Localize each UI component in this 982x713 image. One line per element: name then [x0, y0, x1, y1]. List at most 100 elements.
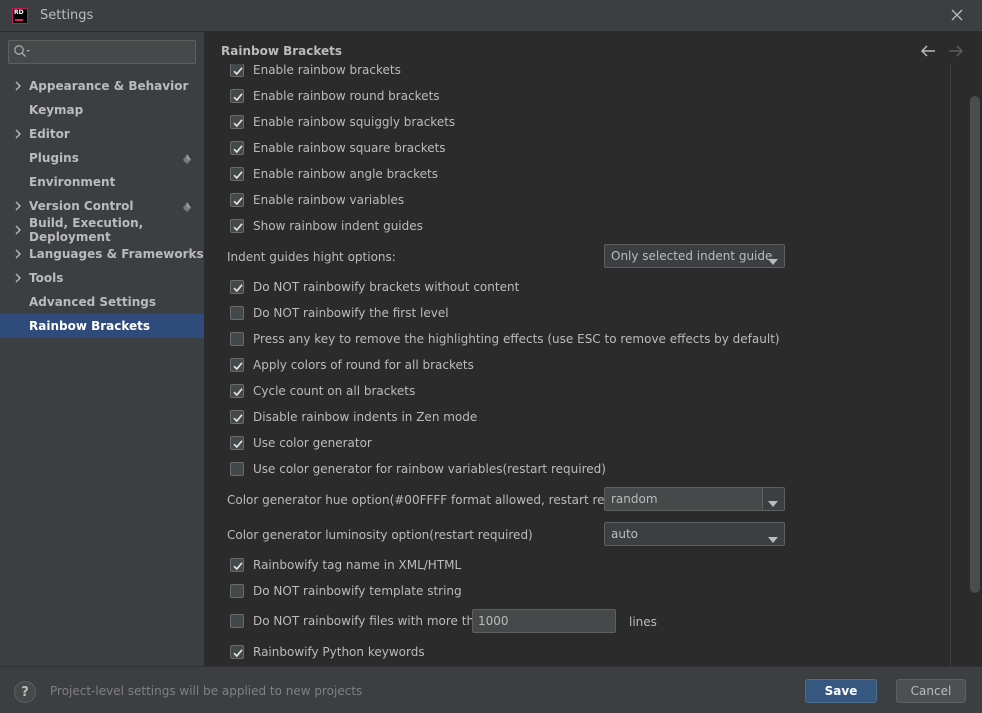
checkbox[interactable]	[230, 306, 244, 320]
checkbox[interactable]	[230, 410, 244, 424]
checkbox-row[interactable]: Enable rainbow angle brackets	[230, 164, 438, 184]
help-button[interactable]: ?	[14, 681, 36, 703]
checkbox[interactable]	[230, 280, 244, 294]
checkbox-row[interactable]: Do NOT rainbowify template string	[230, 581, 462, 601]
checkbox-row[interactable]: Enable rainbow brackets	[230, 64, 401, 80]
page-title: Rainbow Brackets	[221, 44, 343, 58]
sidebar-item-label: Rainbow Brackets	[29, 319, 151, 333]
checkbox[interactable]	[230, 332, 244, 346]
checkbox-row[interactable]: Enable rainbow round brackets	[230, 86, 440, 106]
app-icon-text: RD	[14, 8, 24, 16]
checkbox-label: Use color generator for rainbow variable…	[253, 462, 606, 476]
sidebar-item-label: Advanced Settings	[29, 295, 157, 309]
dropdown-button[interactable]	[762, 488, 784, 510]
sidebar-item-version-control[interactable]: Version Control	[0, 194, 204, 218]
settings-nav: Appearance & Behavior Keymap Editor Plugins…	[0, 74, 204, 338]
checkbox-label: Do NOT rainbowify template string	[253, 584, 462, 598]
search-box[interactable]	[8, 40, 196, 64]
sidebar-item-label: Build, Execution, Deployment	[29, 216, 144, 244]
checkbox-label: Enable rainbow angle brackets	[253, 167, 438, 181]
sidebar-item-label: Editor	[29, 127, 70, 141]
sidebar-item-label: Environment	[29, 175, 116, 189]
checkbox-label: Enable rainbow square brackets	[253, 141, 446, 155]
checkbox[interactable]	[230, 193, 244, 207]
rider-app-icon: RD	[12, 7, 28, 24]
checkbox[interactable]	[230, 89, 244, 103]
sidebar-item-environment[interactable]: Environment	[0, 170, 204, 194]
sidebar-item-tools[interactable]: Tools	[0, 266, 204, 290]
sidebar-item-advanced-settings[interactable]: Advanced Settings	[0, 290, 204, 314]
checkbox-row[interactable]: Use color generator	[230, 433, 372, 453]
indent-guides-select[interactable]: Only selected indent guide	[604, 244, 785, 268]
checkbox-row[interactable]: Apply colors of round for all brackets	[230, 355, 474, 375]
sidebar-item-label: Plugins	[29, 151, 79, 165]
settings-sidebar: Appearance & Behavior Keymap Editor Plugins…	[0, 32, 204, 666]
checkbox-row[interactable]: Show rainbow indent guides	[230, 216, 423, 236]
checkbox[interactable]	[230, 558, 244, 572]
chevron-right-icon[interactable]	[13, 248, 23, 260]
checkbox[interactable]	[230, 584, 244, 598]
luminosity-option-select[interactable]: auto	[604, 522, 785, 546]
max-lines-input[interactable]: 1000	[472, 609, 616, 633]
search-input[interactable]	[37, 45, 187, 59]
cancel-button[interactable]: Cancel	[896, 679, 966, 703]
checkbox[interactable]	[230, 167, 244, 181]
chevron-right-icon[interactable]	[13, 224, 23, 236]
checkbox-label: Enable rainbow variables	[253, 193, 405, 207]
vertical-scrollbar[interactable]	[970, 96, 980, 593]
checkbox-label: Enable rainbow round brackets	[253, 89, 440, 103]
checkbox[interactable]	[230, 115, 244, 129]
sidebar-item-languages-frameworks[interactable]: Languages & Frameworks	[0, 242, 204, 266]
checkbox-label: Do NOT rainbowify the first level	[253, 306, 449, 320]
sidebar-item-plugins[interactable]: Plugins	[0, 146, 204, 170]
checkbox-label: Enable rainbow squiggly brackets	[253, 115, 456, 129]
checkbox[interactable]	[230, 614, 244, 628]
checkbox[interactable]	[230, 141, 244, 155]
checkbox-row[interactable]: Do NOT rainbowify the first level	[230, 303, 449, 323]
checkbox-label: Enable rainbow brackets	[253, 64, 401, 77]
sidebar-item-label: Keymap	[29, 103, 84, 117]
sidebar-item-keymap[interactable]: Keymap	[0, 98, 204, 122]
hue-option-combo[interactable]: random	[604, 487, 785, 511]
checkbox-label: Show rainbow indent guides	[253, 219, 423, 233]
chevron-right-icon[interactable]	[13, 128, 23, 140]
checkbox-row[interactable]: Rainbowify tag name in XML/HTML	[230, 555, 461, 575]
settings-content: Enable rainbow brackets Enable rainbow ro…	[220, 64, 950, 666]
checkbox-row[interactable]: Enable rainbow squiggly brackets	[230, 112, 455, 132]
checkbox-row[interactable]: Use color generator for rainbow variable…	[230, 459, 606, 479]
checkbox-row[interactable]: Do NOT rainbowify brackets without conte…	[230, 277, 519, 297]
chevron-right-icon[interactable]	[13, 272, 23, 284]
chevron-right-icon[interactable]	[13, 200, 23, 212]
checkbox-row[interactable]: Enable rainbow square brackets	[230, 138, 446, 158]
sidebar-item-appearance-behavior[interactable]: Appearance & Behavior	[0, 74, 204, 98]
checkbox-label: Rainbowify tag name in XML/HTML	[253, 558, 462, 572]
checkbox-row[interactable]: Press any key to remove the highlighting…	[230, 329, 780, 349]
python-keywords-checkbox-row[interactable]: Rainbowify Python keywords	[230, 642, 425, 662]
chevron-down-icon	[768, 496, 778, 510]
checkbox-row[interactable]: Enable rainbow variables	[230, 190, 404, 210]
forward-arrow-icon[interactable]	[948, 44, 964, 58]
sidebar-item-build-execution-deployment[interactable]: Build, Execution, Deployment	[0, 216, 204, 244]
checkbox-row[interactable]: Cycle count on all brackets	[230, 381, 415, 401]
search-icon	[13, 44, 31, 61]
close-icon[interactable]	[948, 7, 966, 25]
back-arrow-icon[interactable]	[920, 44, 936, 58]
sidebar-item-rainbow-brackets[interactable]: Rainbow Brackets	[0, 314, 204, 338]
sidebar-item-editor[interactable]: Editor	[0, 122, 204, 146]
combo-value: Only selected indent guide	[611, 249, 773, 263]
large-files-checkbox-row[interactable]: Do NOT rainbowify files with more than	[230, 611, 489, 631]
checkbox[interactable]	[230, 219, 244, 233]
checkbox[interactable]	[230, 645, 244, 659]
chevron-right-icon[interactable]	[13, 80, 23, 92]
checkbox-label: Do NOT rainbowify brackets without conte…	[253, 280, 520, 294]
save-button[interactable]: Save	[805, 679, 877, 703]
checkbox[interactable]	[230, 358, 244, 372]
checkbox[interactable]	[230, 384, 244, 398]
sidebar-item-label: Tools	[29, 271, 64, 285]
checkbox[interactable]	[230, 64, 244, 77]
chevron-down-icon	[768, 532, 778, 546]
checkbox[interactable]	[230, 436, 244, 450]
checkbox-row[interactable]: Disable rainbow indents in Zen mode	[230, 407, 477, 427]
lines-unit-label: lines	[629, 615, 657, 629]
checkbox[interactable]	[230, 462, 244, 476]
